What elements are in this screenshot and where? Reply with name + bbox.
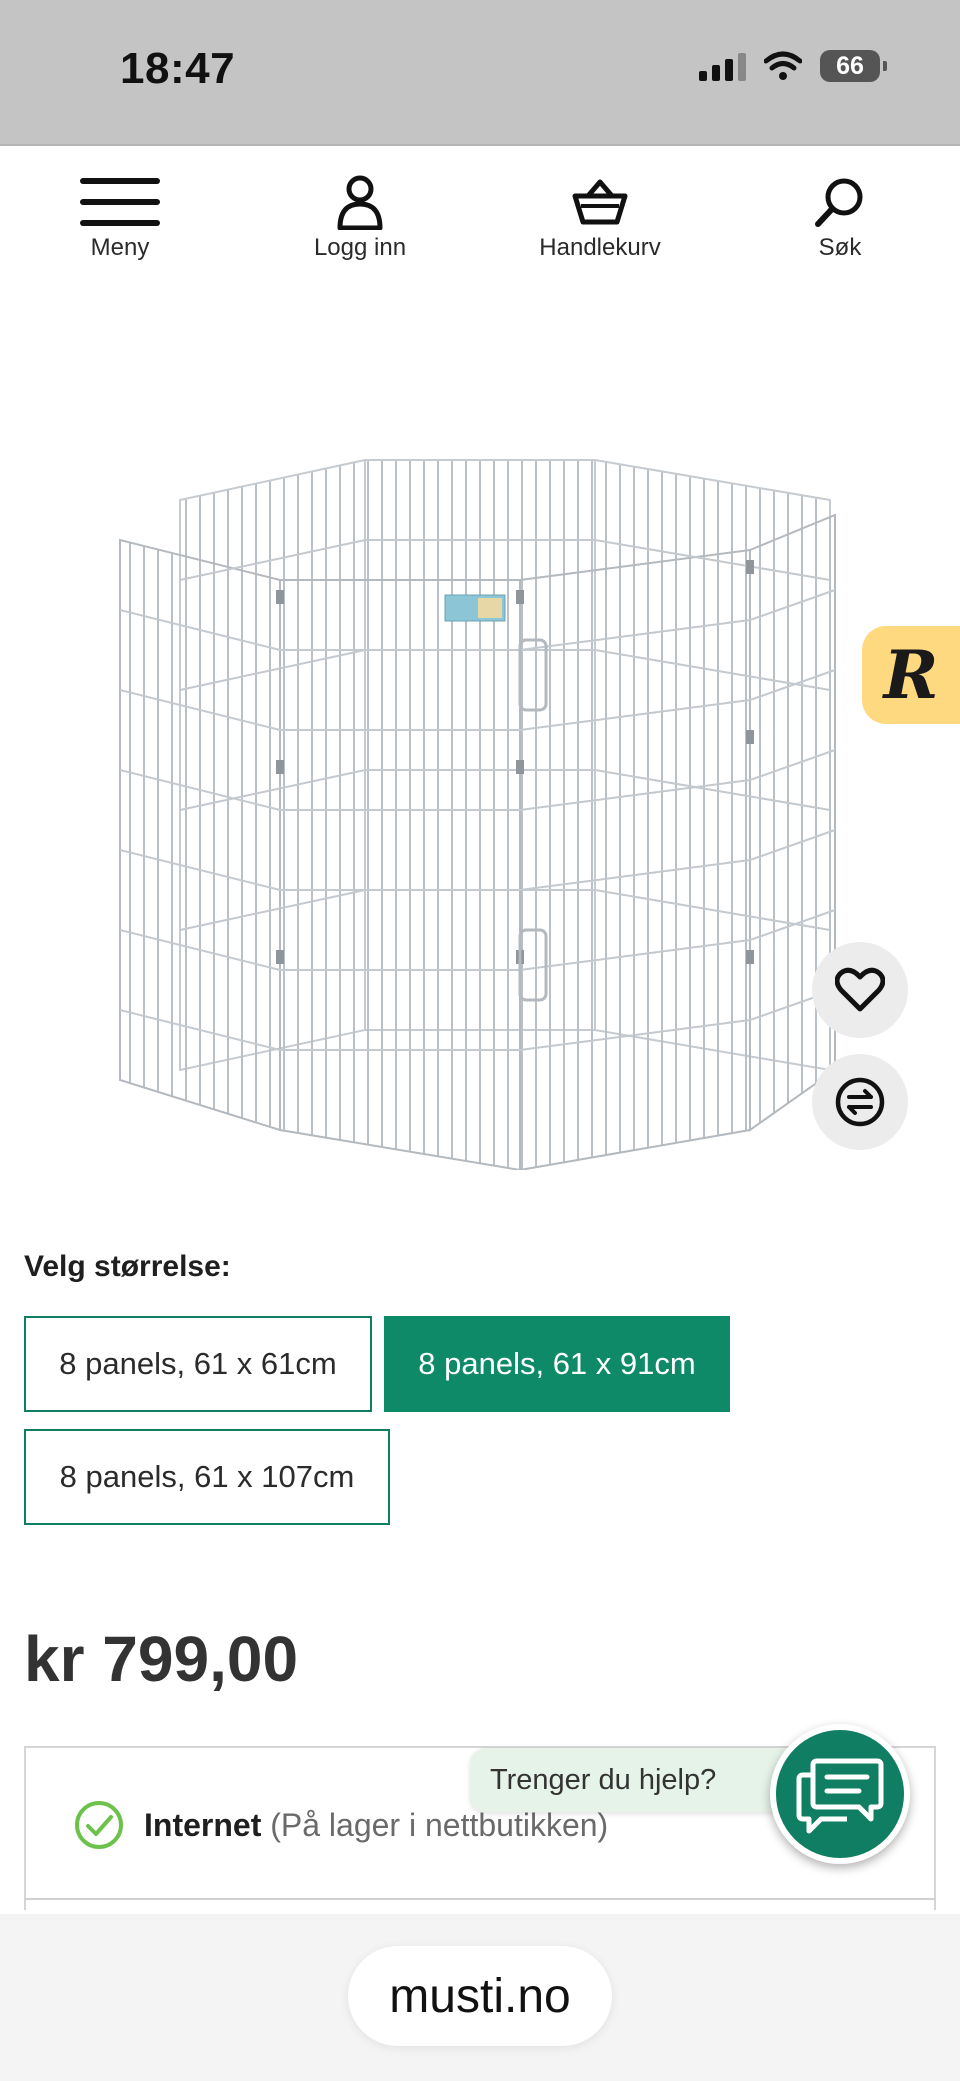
compare-icon bbox=[835, 1077, 885, 1127]
size-option-label: 8 panels, 61 x 61cm bbox=[59, 1346, 337, 1381]
nav-login-label: Logg inn bbox=[313, 234, 407, 261]
nav-login[interactable]: Logg inn bbox=[250, 172, 470, 262]
top-navigation: Meny Logg inn Handlekurv Søk bbox=[0, 146, 960, 276]
size-option-61x61[interactable]: 8 panels, 61 x 61cm bbox=[24, 1316, 372, 1412]
divider bbox=[24, 1898, 936, 1900]
url-text: musti.no bbox=[389, 1969, 571, 2023]
nav-search[interactable]: Søk bbox=[730, 172, 950, 262]
size-option-61x107[interactable]: 8 panels, 61 x 107cm bbox=[24, 1429, 390, 1525]
help-prompt[interactable]: Trenger du hjelp? bbox=[470, 1748, 810, 1812]
review-badge-letter: R bbox=[883, 636, 939, 714]
search-icon bbox=[815, 178, 863, 227]
wifi-icon bbox=[764, 51, 802, 80]
size-option-label: 8 panels, 61 x 91cm bbox=[418, 1346, 696, 1381]
status-bar: 18:47 66 bbox=[0, 0, 960, 146]
chat-button[interactable] bbox=[770, 1724, 910, 1864]
hamburger-menu-icon bbox=[80, 178, 160, 226]
url-bar[interactable]: musti.no bbox=[348, 1946, 612, 2046]
chat-icon bbox=[796, 1758, 884, 1834]
size-option-label: 8 panels, 61 x 107cm bbox=[59, 1459, 355, 1494]
basket-icon bbox=[572, 179, 628, 225]
review-badge[interactable]: R bbox=[862, 626, 960, 724]
product-price: kr 799,00 bbox=[24, 1623, 299, 1695]
heart-icon bbox=[835, 967, 885, 1012]
dog-pen-illustration bbox=[119, 458, 836, 1172]
nav-cart-label: Handlekurv bbox=[539, 234, 661, 261]
nav-menu-label: Meny bbox=[90, 234, 150, 261]
nav-menu[interactable]: Meny bbox=[10, 172, 230, 262]
check-circle-icon bbox=[75, 1801, 123, 1849]
status-icons: 66 bbox=[699, 50, 887, 82]
favorite-button[interactable] bbox=[812, 942, 908, 1038]
status-time: 18:47 bbox=[120, 44, 236, 93]
help-prompt-label: Trenger du hjelp? bbox=[490, 1763, 717, 1796]
nav-cart[interactable]: Handlekurv bbox=[490, 172, 710, 262]
signal-icon bbox=[699, 51, 746, 81]
user-icon bbox=[337, 175, 383, 230]
compare-button[interactable] bbox=[812, 1054, 908, 1150]
size-heading: Velg størrelse: bbox=[24, 1250, 231, 1283]
nav-search-label: Søk bbox=[818, 234, 862, 261]
size-option-61x91[interactable]: 8 panels, 61 x 91cm bbox=[384, 1316, 730, 1412]
product-image bbox=[100, 430, 860, 1172]
stock-channel: Internet bbox=[144, 1806, 262, 1843]
battery-icon: 66 bbox=[820, 50, 887, 82]
